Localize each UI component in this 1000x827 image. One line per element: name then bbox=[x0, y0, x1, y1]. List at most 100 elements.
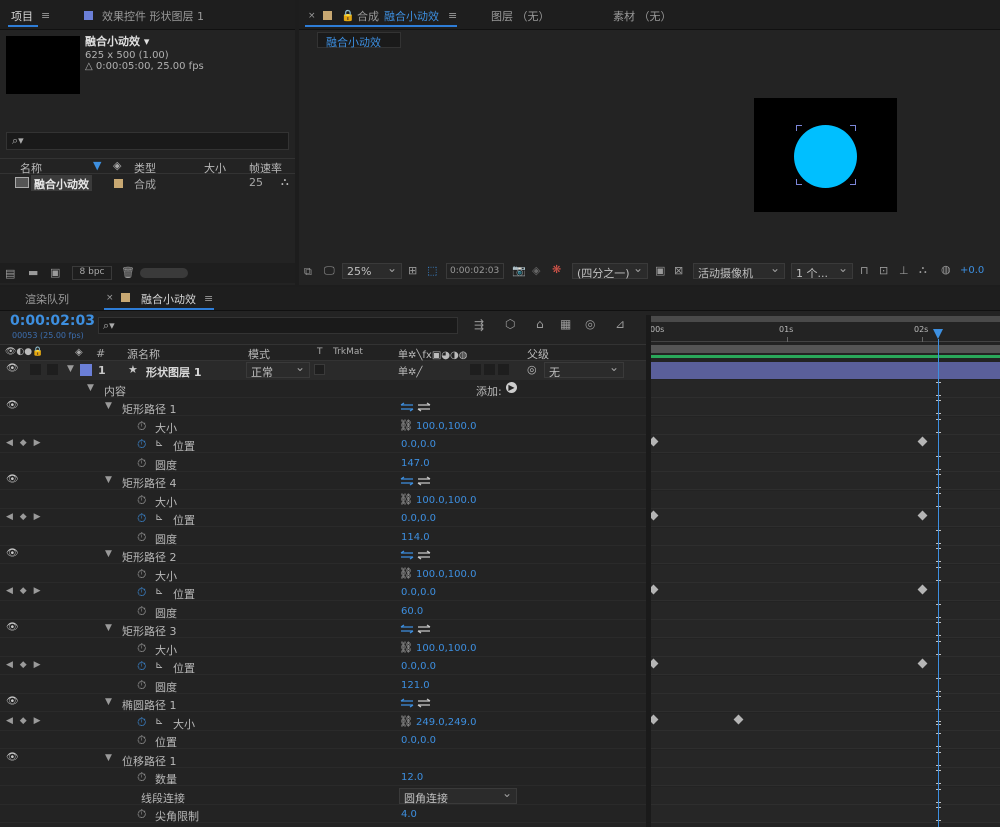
expand-icon[interactable]: ▼ bbox=[87, 383, 94, 393]
column-parent[interactable]: 父级 bbox=[527, 346, 549, 362]
link-icon[interactable]: ⛓ bbox=[399, 567, 413, 580]
lock-icon[interactable]: 🔒 bbox=[341, 10, 355, 21]
timeline-search-input[interactable]: ⌕▾ bbox=[98, 317, 458, 334]
stopwatch-icon[interactable]: ⏱ bbox=[137, 456, 146, 471]
zoom-select[interactable]: 25% bbox=[342, 261, 402, 279]
eye-icon[interactable]: 👁 bbox=[6, 752, 19, 763]
layer-switches[interactable]: 单✲╱ bbox=[398, 363, 422, 378]
work-area-bar[interactable] bbox=[647, 316, 1000, 322]
shape-circle[interactable] bbox=[794, 125, 857, 188]
property-value[interactable]: 0.0,0.0 bbox=[401, 513, 436, 524]
menu-icon[interactable]: ≡ bbox=[41, 10, 50, 21]
column-trkmat[interactable]: TrkMat bbox=[333, 347, 363, 357]
draft-3d-icon[interactable]: ⬡ bbox=[505, 318, 515, 330]
parent-select[interactable]: 无 bbox=[544, 360, 624, 379]
link-icon[interactable]: ⛓ bbox=[399, 641, 413, 654]
expand-icon[interactable]: ▼ bbox=[105, 549, 112, 559]
path-direction-icon[interactable] bbox=[400, 624, 432, 634]
property-row[interactable]: 👁 ▼ 矩形路径 2 bbox=[0, 546, 646, 564]
resolution-select[interactable]: (四分之一) bbox=[572, 261, 648, 280]
expand-icon[interactable]: ▼ bbox=[105, 623, 112, 633]
keyframe-end[interactable] bbox=[917, 658, 928, 669]
menu-icon[interactable]: ≡ bbox=[448, 10, 457, 21]
region-icon[interactable]: ▣ bbox=[655, 265, 665, 276]
channel-icon[interactable]: ❋ bbox=[552, 264, 561, 275]
keyframe-end[interactable] bbox=[917, 510, 928, 521]
property-row[interactable]: ⏱ 圆度 114.0 bbox=[0, 528, 646, 546]
contents-row[interactable]: ▼ 内容 添加: ▶ bbox=[0, 380, 646, 398]
property-value[interactable]: 100.0,100.0 bbox=[416, 643, 476, 654]
eye-icon[interactable]: 👁 bbox=[6, 474, 19, 485]
switch-box-3[interactable] bbox=[498, 364, 509, 375]
stopwatch-icon[interactable]: ⏱ bbox=[137, 437, 146, 452]
property-row[interactable]: ⏱ 圆度 60.0 bbox=[0, 602, 646, 620]
stopwatch-icon[interactable]: ⏱ bbox=[137, 659, 146, 674]
eye-icon[interactable]: 👁 bbox=[6, 363, 19, 374]
graph-editor-icon[interactable]: ⊿ bbox=[615, 318, 625, 330]
toggle-pixel-icon[interactable]: ⊓ bbox=[860, 265, 869, 276]
trkmat-box[interactable] bbox=[314, 364, 325, 375]
switch-box-1[interactable] bbox=[470, 364, 481, 375]
graph-icon[interactable]: ⊾ bbox=[155, 438, 163, 449]
stopwatch-icon[interactable]: ⏱ bbox=[137, 419, 146, 434]
flowchart-icon[interactable]: ⛬ bbox=[281, 175, 289, 189]
motion-blur-icon[interactable]: ◎ bbox=[585, 318, 595, 330]
stopwatch-icon[interactable]: ⏱ bbox=[137, 733, 146, 748]
property-value[interactable]: 100.0,100.0 bbox=[416, 421, 476, 432]
property-value[interactable]: 4.0 bbox=[401, 809, 417, 820]
path-direction-icon[interactable] bbox=[400, 476, 432, 486]
pick-whip-icon[interactable]: ◎ bbox=[527, 363, 537, 376]
property-value[interactable]: 147.0 bbox=[401, 458, 430, 469]
property-row[interactable]: ⏱ 大小 ⛓ 100.0,100.0 bbox=[0, 565, 646, 583]
stopwatch-icon[interactable]: ⏱ bbox=[137, 493, 146, 508]
trash-icon[interactable]: 🗑 bbox=[121, 267, 135, 278]
property-value[interactable]: 12.0 bbox=[401, 772, 423, 783]
project-search-input[interactable]: ⌕▾ bbox=[6, 132, 289, 150]
time-ruler[interactable]: 00s 01s 02s bbox=[647, 315, 1000, 361]
playhead-handle[interactable] bbox=[933, 329, 943, 339]
property-row[interactable]: ◀ ◆ ▶ ⏱ ⊾ 位置 0.0,0.0 bbox=[0, 435, 646, 453]
property-row[interactable]: 👁 ▼ 矩形路径 1 bbox=[0, 398, 646, 416]
property-value[interactable]: 0.0,0.0 bbox=[401, 735, 436, 746]
stopwatch-icon[interactable]: ⏱ bbox=[137, 585, 146, 600]
stopwatch-icon[interactable]: ⏱ bbox=[137, 641, 146, 656]
eye-icon[interactable]: 👁 bbox=[6, 400, 19, 411]
panel-splitter[interactable] bbox=[646, 315, 651, 827]
reset-exposure-icon[interactable]: ◍ bbox=[941, 264, 951, 275]
property-row[interactable]: ◀ ◆ ▶ ⏱ ⊾ 位置 0.0,0.0 bbox=[0, 657, 646, 675]
bpc-button[interactable]: 8 bpc bbox=[72, 266, 112, 280]
keyframe-navigator[interactable]: ◀ ◆ ▶ bbox=[6, 438, 43, 448]
property-row[interactable]: 👁 ▼ 位移路径 1 bbox=[0, 750, 646, 768]
stopwatch-icon[interactable]: ⏱ bbox=[137, 530, 146, 545]
expand-icon[interactable]: ▼ bbox=[105, 753, 112, 763]
keyframe-navigator[interactable]: ◀ ◆ ▶ bbox=[6, 586, 43, 596]
column-size[interactable]: 大小 bbox=[204, 160, 226, 176]
graph-icon[interactable]: ⊾ bbox=[155, 512, 163, 523]
property-row[interactable]: ⏱ 数量 12.0 bbox=[0, 768, 646, 786]
menu-icon[interactable]: ≡ bbox=[204, 293, 213, 304]
layer-duration-bar[interactable] bbox=[651, 362, 1000, 379]
property-value[interactable]: 60.0 bbox=[401, 606, 423, 617]
stopwatch-icon[interactable]: ⏱ bbox=[137, 715, 146, 730]
eye-icon[interactable]: 👁 bbox=[6, 548, 19, 559]
property-value[interactable]: 0.0,0.0 bbox=[401, 439, 436, 450]
add-icon[interactable]: ▶ bbox=[506, 382, 517, 393]
graph-icon[interactable]: ⊾ bbox=[155, 716, 163, 727]
property-row[interactable]: ⏱ 大小 ⛓ 100.0,100.0 bbox=[0, 417, 646, 435]
always-preview-icon[interactable]: ⧉ bbox=[304, 266, 312, 277]
new-comp-icon[interactable]: ▣ bbox=[50, 267, 60, 278]
expand-icon[interactable]: ▼ bbox=[105, 475, 112, 485]
solo-box[interactable] bbox=[30, 364, 41, 375]
stopwatch-icon[interactable]: ⏱ bbox=[137, 567, 146, 582]
layer-row[interactable]: 👁 ▼ 1 ★ 形状图层 1 正常 单✲╱ ◎ 无 bbox=[0, 360, 646, 380]
comp-mini-flowchart-icon[interactable]: ⇶ bbox=[474, 319, 484, 331]
property-row[interactable]: ◀ ◆ ▶ ⏱ ⊾ 位置 0.0,0.0 bbox=[0, 583, 646, 601]
property-row[interactable]: 👁 ▼ 椭圆路径 1 bbox=[0, 694, 646, 712]
tab-effect-controls[interactable]: 效果控件 形状图层 1 bbox=[102, 8, 204, 24]
link-icon[interactable]: ⛓ bbox=[399, 715, 413, 728]
stopwatch-icon[interactable]: ⏱ bbox=[137, 511, 146, 526]
column-fps[interactable]: 帧速率 bbox=[249, 160, 282, 176]
link-icon[interactable]: ⛓ bbox=[399, 493, 413, 506]
tab-footage[interactable]: 素材 （无） bbox=[613, 8, 672, 24]
monitor-icon[interactable]: 🖵 bbox=[324, 265, 335, 276]
